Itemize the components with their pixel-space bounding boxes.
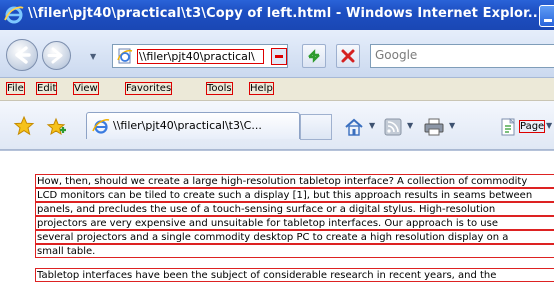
refresh-icon bbox=[308, 49, 320, 63]
home-dropdown-icon[interactable]: ▼ bbox=[369, 121, 375, 130]
menu-bar: File Edit View Favorites Tools Help bbox=[0, 78, 554, 101]
back-arrow-icon bbox=[15, 46, 31, 64]
feeds-dropdown-icon[interactable]: ▼ bbox=[407, 121, 413, 130]
paragraph-line: Tabletop interfaces have been the subjec… bbox=[35, 268, 554, 282]
page-menu-icon[interactable] bbox=[500, 117, 518, 137]
new-tab-button[interactable] bbox=[300, 114, 332, 140]
tab-ie-icon bbox=[92, 119, 110, 134]
forward-arrow-icon bbox=[47, 47, 63, 64]
print-dropdown-icon[interactable]: ▼ bbox=[449, 121, 455, 130]
paragraph-line: LCD monitors can be tiled to create such… bbox=[35, 188, 554, 202]
address-input[interactable]: \\filer\pjt40\practical\ bbox=[137, 49, 264, 64]
paragraph-line: How, then, should we create a large high… bbox=[35, 174, 554, 188]
menu-file[interactable]: File bbox=[6, 82, 25, 95]
refresh-button[interactable] bbox=[302, 44, 326, 68]
address-bar[interactable]: \\filer\pjt40\practical\ bbox=[112, 44, 288, 68]
home-icon[interactable] bbox=[344, 117, 364, 137]
page-dropdown-icon[interactable]: ▼ bbox=[546, 121, 552, 130]
menu-edit[interactable]: Edit bbox=[36, 82, 58, 95]
add-favorite-icon[interactable] bbox=[45, 116, 67, 138]
menu-favorites[interactable]: Favorites bbox=[125, 82, 173, 95]
stop-button[interactable] bbox=[336, 44, 360, 68]
page-menu-label[interactable]: Page bbox=[519, 120, 546, 133]
print-icon[interactable] bbox=[424, 118, 444, 136]
back-button[interactable] bbox=[6, 39, 38, 71]
stop-icon bbox=[341, 49, 355, 63]
window-title-bar[interactable]: \\filer\pjt40\practical\t3\Copy of left.… bbox=[0, 0, 554, 30]
minimize-button[interactable] bbox=[539, 5, 554, 27]
recent-pages-dropdown-icon[interactable]: ▼ bbox=[90, 52, 96, 61]
page-icon bbox=[117, 48, 133, 64]
tab-title: \\filer\pjt40\practical\t3\C... bbox=[113, 119, 262, 132]
menu-help[interactable]: Help bbox=[249, 82, 274, 95]
paragraph-line: panels, and precludes the use of a touch… bbox=[35, 202, 554, 216]
paragraph-line: several projectors and a single commodit… bbox=[35, 230, 554, 244]
address-dropdown-button[interactable] bbox=[271, 48, 287, 65]
search-box[interactable]: Google bbox=[370, 44, 554, 68]
tab-current-page[interactable]: \\filer\pjt40\practical\t3\C... bbox=[86, 112, 300, 139]
favorites-star-icon[interactable] bbox=[13, 115, 35, 137]
forward-button[interactable] bbox=[42, 41, 71, 70]
window-title: \\filer\pjt40\practical\t3\Copy of left.… bbox=[28, 6, 543, 21]
internet-explorer-icon bbox=[4, 6, 24, 24]
menu-view[interactable]: View bbox=[73, 82, 99, 95]
menu-tools[interactable]: Tools bbox=[206, 82, 233, 95]
search-input[interactable]: Google bbox=[375, 48, 417, 62]
paragraph-line: projectors are very expensive and unsuit… bbox=[35, 216, 554, 230]
feeds-icon[interactable] bbox=[384, 118, 402, 136]
document-content: How, then, should we create a large high… bbox=[0, 150, 554, 283]
paragraph-line: small table. bbox=[35, 244, 554, 258]
